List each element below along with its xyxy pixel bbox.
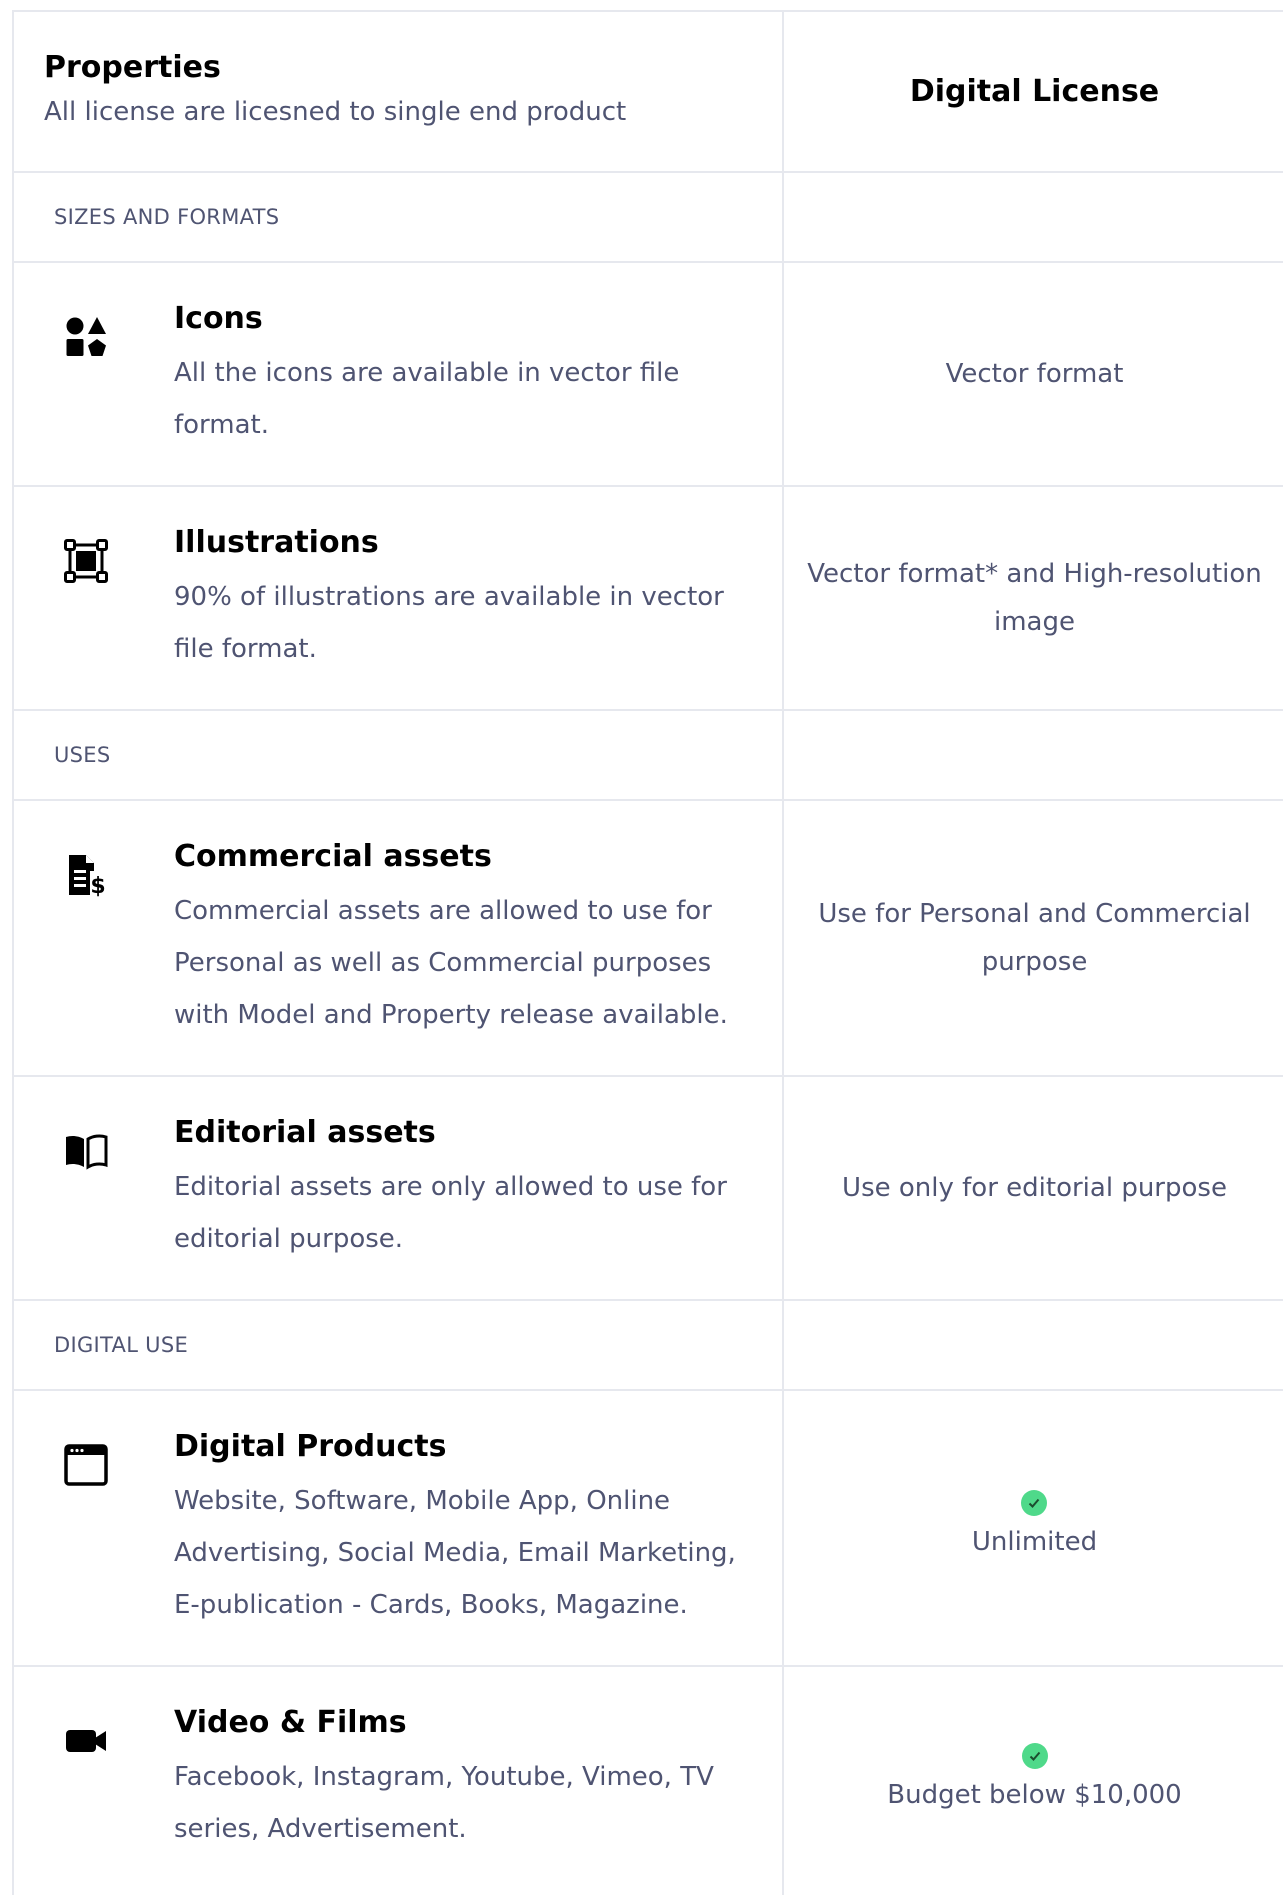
section-row-digital-use: DIGITAL USE <box>14 1301 1283 1391</box>
section-row-sizes-and-formats: SIZES AND FORMATS <box>14 173 1283 263</box>
file-dollar-icon: $ <box>64 853 108 897</box>
item-description: All the icons are available in vector fi… <box>174 358 680 440</box>
section-label: USES <box>14 711 784 799</box>
license-value: Use for Personal and Commercial purpose <box>818 899 1251 977</box>
shapes-icon <box>64 315 108 359</box>
section-row-uses: USES <box>14 711 1283 801</box>
vector-frame-icon <box>64 539 108 583</box>
table-row-icons: Icons All the icons are available in vec… <box>14 263 1283 487</box>
properties-header-cell: Properties All license are licesned to s… <box>14 12 784 171</box>
item-description: Website, Software, Mobile App, Online Ad… <box>174 1486 736 1620</box>
item-description: Facebook, Instagram, Youtube, Vimeo, TV … <box>174 1762 714 1844</box>
digital-license-column-title: Digital License <box>909 73 1160 109</box>
table-row-video-films: Video & Films Facebook, Instagram, Youtu… <box>14 1667 1283 1895</box>
item-description: Commercial assets are allowed to use for… <box>174 896 728 1030</box>
table-row-illustrations: Illustrations 90% of illustrations are a… <box>14 487 1283 711</box>
check-icon <box>1021 1490 1048 1516</box>
open-book-icon <box>64 1129 108 1173</box>
item-title: Icons <box>174 301 263 336</box>
table-header-row: Properties All license are licesned to s… <box>14 12 1283 173</box>
item-title: Illustrations <box>174 525 379 560</box>
properties-title: Properties <box>44 50 221 85</box>
check-icon <box>1021 1743 1048 1769</box>
video-camera-icon <box>64 1719 108 1763</box>
item-title: Video & Films <box>174 1705 407 1740</box>
item-title: Commercial assets <box>174 839 492 874</box>
license-value: Vector format* and High-resolution image <box>807 559 1262 637</box>
table-row-digital-products: Digital Products Website, Software, Mobi… <box>14 1391 1283 1667</box>
license-value: Vector format <box>945 359 1124 389</box>
properties-subtitle: All license are licesned to single end p… <box>44 97 627 127</box>
item-description: 90% of illustrations are available in ve… <box>174 582 724 664</box>
item-title: Digital Products <box>174 1429 447 1464</box>
license-comparison-table: Properties All license are licesned to s… <box>12 10 1283 1895</box>
svg-text:$: $ <box>90 874 105 897</box>
table-row-editorial-assets: Editorial assets Editorial assets are on… <box>14 1077 1283 1301</box>
browser-window-icon <box>64 1443 108 1487</box>
item-title: Editorial assets <box>174 1115 436 1150</box>
license-value: Budget below $10,000 <box>887 1780 1182 1810</box>
license-value: Use only for editorial purpose <box>842 1173 1227 1203</box>
section-label: SIZES AND FORMATS <box>14 173 784 261</box>
section-label: DIGITAL USE <box>14 1301 784 1389</box>
license-value: Unlimited <box>971 1527 1098 1557</box>
table-row-commercial-assets: $ Commercial assets Commercial assets ar… <box>14 801 1283 1077</box>
item-description: Editorial assets are only allowed to use… <box>174 1172 727 1254</box>
